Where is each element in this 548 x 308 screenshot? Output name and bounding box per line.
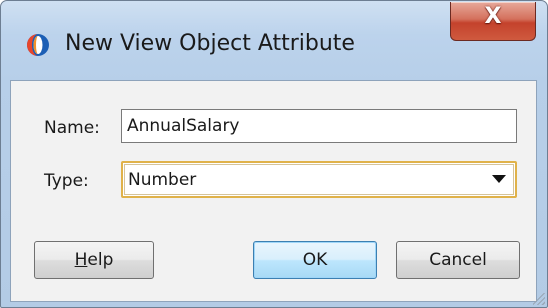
window-title: New View Object Attribute bbox=[65, 31, 355, 56]
help-label-rest: elp bbox=[87, 250, 114, 270]
dropdown-arrow-icon[interactable] bbox=[492, 175, 506, 183]
resize-grip-icon[interactable] bbox=[533, 293, 545, 305]
dialog-window: New View Object Attribute X Name: Type: … bbox=[0, 0, 548, 308]
name-input[interactable] bbox=[121, 109, 517, 143]
type-select[interactable]: Number bbox=[121, 161, 517, 198]
oracle-jdeveloper-icon bbox=[27, 34, 49, 56]
title-bar[interactable]: New View Object Attribute X bbox=[1, 1, 547, 80]
close-button[interactable]: X bbox=[450, 2, 536, 41]
dialog-content: Name: Type: Number Help OK Cancel bbox=[10, 80, 537, 302]
help-button[interactable]: Help bbox=[34, 241, 154, 279]
cancel-button[interactable]: Cancel bbox=[396, 241, 520, 279]
type-selected-value: Number bbox=[128, 170, 197, 190]
type-label: Type: bbox=[44, 171, 89, 191]
help-mnemonic: H bbox=[74, 250, 88, 270]
name-label: Name: bbox=[44, 118, 100, 138]
close-icon: X bbox=[484, 4, 502, 29]
ok-button[interactable]: OK bbox=[253, 241, 377, 279]
